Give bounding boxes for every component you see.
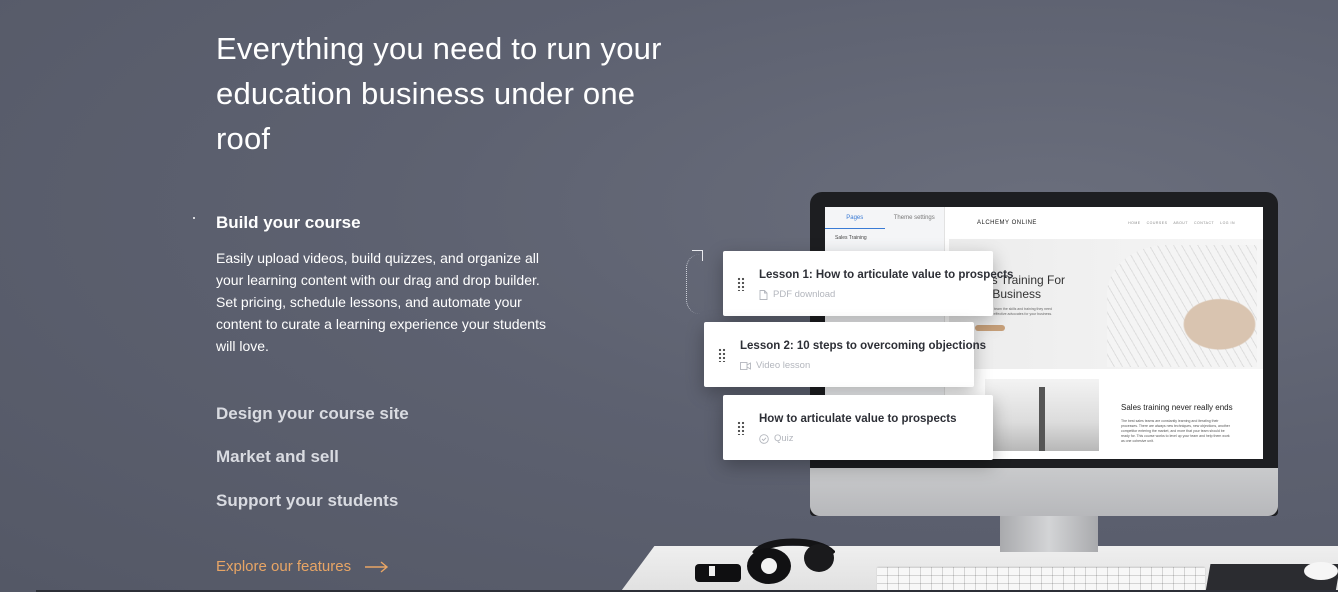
drag-handle-icon[interactable] bbox=[718, 347, 726, 362]
explore-features-label: Explore our features bbox=[216, 558, 352, 575]
explore-features-link[interactable]: Explore our features bbox=[216, 558, 389, 575]
quiz-check-icon bbox=[759, 433, 769, 444]
sidebar-heading: Sales Training bbox=[835, 235, 867, 241]
architecture-image bbox=[1107, 245, 1257, 367]
lesson-type: Video lesson bbox=[756, 360, 811, 371]
monitor-stand bbox=[1000, 516, 1098, 552]
lesson-title: Lesson 2: 10 steps to overcoming objecti… bbox=[740, 340, 987, 352]
site-section-title: Sales training never really ends bbox=[1121, 403, 1233, 412]
video-icon bbox=[740, 361, 751, 370]
site-name: ALCHEMY ONLINE bbox=[977, 220, 1037, 226]
office-photo bbox=[985, 379, 1099, 451]
feature-item-support[interactable]: Support your students bbox=[216, 491, 398, 511]
feature-item-design[interactable]: Design your course site bbox=[216, 404, 409, 424]
drag-handle-icon[interactable] bbox=[737, 420, 745, 435]
mouse-image bbox=[1304, 562, 1338, 580]
feature-description: Easily upload videos, build quizzes, and… bbox=[216, 250, 546, 354]
site-nav: HOME COURSES ABOUT CONTACT LOG IN bbox=[1128, 221, 1235, 225]
lesson-title: Lesson 1: How to articulate value to pro… bbox=[759, 269, 1014, 281]
drag-handle-icon[interactable] bbox=[737, 276, 745, 291]
feature-item-market[interactable]: Market and sell bbox=[216, 447, 339, 467]
site-section-text: The best sales teams are constantly lear… bbox=[1121, 419, 1230, 443]
site-nav-link: CONTACT bbox=[1193, 221, 1215, 225]
site-nav-link: LOG IN bbox=[1220, 221, 1235, 225]
document-icon bbox=[759, 289, 768, 300]
lesson-type: Quiz bbox=[774, 433, 794, 444]
lesson-meta: PDF download bbox=[759, 289, 835, 300]
site-nav-link: COURSES bbox=[1146, 221, 1168, 225]
lesson-title: How to articulate value to prospects bbox=[759, 413, 957, 425]
keyboard-image bbox=[876, 566, 1206, 592]
feature-title-active[interactable]: Build your course bbox=[216, 213, 361, 233]
site-hero-button bbox=[975, 325, 1005, 331]
tab-theme-settings: Theme settings bbox=[893, 215, 935, 221]
site-nav-link: ABOUT bbox=[1173, 221, 1188, 225]
site-preview: ALCHEMY ONLINE HOME COURSES ABOUT CONTAC… bbox=[949, 207, 1263, 459]
lesson-meta: Video lesson bbox=[740, 360, 810, 371]
site-nav-link: HOME bbox=[1128, 221, 1141, 225]
dotted-arc-decoration bbox=[686, 254, 700, 314]
lesson-card[interactable]: Lesson 2: 10 steps to overcoming objecti… bbox=[704, 322, 986, 387]
tab-pages: Pages bbox=[825, 207, 885, 229]
headphones-image bbox=[695, 538, 835, 584]
site-hero: es Training For r Business sales team th… bbox=[949, 239, 1263, 369]
lesson-meta: Quiz bbox=[759, 433, 794, 444]
active-indicator-dot bbox=[193, 217, 195, 219]
page-headline: Everything you need to run your educatio… bbox=[216, 31, 662, 156]
monitor-chin bbox=[810, 468, 1278, 516]
lesson-card[interactable]: Lesson 1: How to articulate value to pro… bbox=[723, 251, 1013, 316]
arrow-right-icon bbox=[365, 560, 389, 573]
lesson-card[interactable]: How to articulate value to prospects Qui… bbox=[723, 395, 993, 460]
site-hero-text: sales team the skills and training they … bbox=[985, 307, 1053, 316]
lesson-type: PDF download bbox=[773, 289, 836, 300]
